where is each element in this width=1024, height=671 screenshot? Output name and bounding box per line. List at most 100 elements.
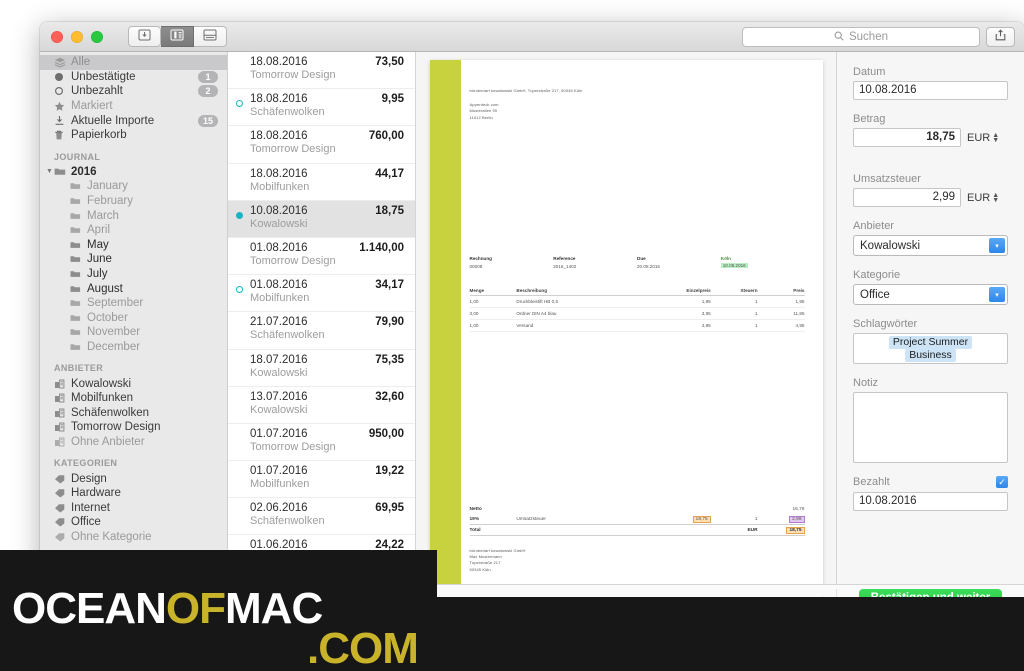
sidebar-item-label: Schäfenwolken (71, 406, 149, 419)
invoice-page: bürobedarf kowalowski GmbH, Tuperstraße … (429, 60, 823, 584)
sidebar-item-april[interactable]: April (40, 223, 227, 238)
split-view-button[interactable] (161, 26, 194, 47)
sidebar-item-vendor-tomorrow-design[interactable]: Tomorrow Design (40, 420, 227, 435)
list-item[interactable]: 01.08.2016 1.140,00 Tomorrow Design (228, 238, 415, 276)
stack-icon (54, 57, 71, 68)
sidebar-item-february[interactable]: February (40, 194, 227, 209)
list-item[interactable]: 18.08.2016 44,17 Mobilfunken (228, 164, 415, 201)
sidebar-item-papierkorb[interactable]: Papierkorb (40, 128, 227, 143)
list-item[interactable]: 13.07.2016 32,60 Kowalowski (228, 387, 415, 424)
cell-qty: 1,00 (469, 295, 517, 308)
list-item[interactable]: 21.07.2016 79,90 Schäfenwolken (228, 312, 415, 350)
invoice-address-block: bürobedarf kowalowski GmbH, Tuperstraße … (470, 88, 805, 121)
folder-icon (70, 299, 87, 307)
col-beschreibung: Beschreibung (516, 288, 651, 296)
amount-currency-stepper[interactable]: EUR ▲ ▼ (967, 132, 999, 144)
sidebar-item-unbezahlt[interactable]: Unbezahlt 2 (40, 84, 227, 99)
sidebar-item-vendor-ohne-anbieter[interactable]: Ohne Anbieter (40, 435, 227, 450)
list-item[interactable]: 18.07.2016 75,35 Kowalowski (228, 350, 415, 387)
list-item[interactable]: 01.08.2016 34,17 Mobilfunken (228, 275, 415, 313)
sidebar-item-july[interactable]: July (40, 267, 227, 282)
item-date: 21.07.2016 (250, 316, 308, 329)
stepper-icon[interactable]: ▲ ▼ (992, 192, 999, 204)
sidebar-item-unbestaetigte[interactable]: Unbestätigte 1 (40, 70, 227, 85)
item-amount: 69,95 (375, 502, 404, 515)
sidebar-item-label: September (87, 297, 144, 310)
sidebar-item-category-ohne-kategorie[interactable]: Ohne Kategorie (40, 530, 227, 545)
sidebar-item-vendor-mobilfunken[interactable]: Mobilfunken (40, 391, 227, 406)
watermark-part1: OCEAN (12, 584, 167, 633)
vat-currency-stepper[interactable]: EUR ▲ ▼ (967, 192, 999, 204)
item-amount: 32,60 (375, 390, 404, 403)
sidebar-item-november[interactable]: November (40, 325, 227, 340)
list-view-button[interactable] (194, 26, 227, 47)
list-item[interactable]: 18.08.2016 9,95 Schäfenwolken (228, 89, 415, 127)
sidebar-item-january[interactable]: January (40, 179, 227, 194)
chevron-updown-icon: ▾ (989, 238, 1005, 253)
sidebar-item-aktuelle-importe[interactable]: Aktuelle Importe 15 (40, 113, 227, 128)
tag-token[interactable]: Business (905, 349, 956, 362)
sidebar-item-august[interactable]: August (40, 281, 227, 296)
sidebar-item-label: Alle (71, 56, 91, 69)
totals-row-vat: 19% Umsatzsteuer 18,75 1 2,99 (470, 514, 805, 525)
stepper-icon[interactable]: ▲ ▼ (992, 132, 999, 144)
share-icon (995, 28, 1006, 46)
sidebar-item-category-office[interactable]: Office (40, 515, 227, 530)
item-date: 18.08.2016 (250, 56, 308, 68)
meta-date: Köln 10.08.2016 (720, 256, 805, 269)
sidebar-item-october[interactable]: October (40, 311, 227, 326)
vendor-popup-button[interactable]: Kowalowski ▾ (853, 235, 1008, 256)
amount-field[interactable]: 18,75 (853, 128, 961, 147)
sidebar-item-category-hardware[interactable]: Hardware (40, 486, 227, 501)
building-icon (54, 379, 71, 389)
list-item[interactable]: 18.08.2016 73,50 Tomorrow Design (228, 52, 415, 90)
sidebar-item-markiert[interactable]: Markiert (40, 99, 227, 114)
sidebar-item-category-design[interactable]: Design (40, 471, 227, 486)
paid-date-field[interactable]: 10.08.2016 (853, 492, 1008, 511)
cell-desc: Druckbleistift HB 0,5 (516, 295, 651, 308)
sidebar-badge: 15 (197, 114, 218, 127)
sidebar-item-alle[interactable]: Alle (40, 55, 227, 70)
list-item[interactable]: 18.08.2016 760,00 Tomorrow Design (228, 126, 415, 164)
list-item[interactable]: 01.07.2016 19,22 Mobilfunken (228, 461, 415, 499)
sidebar-item-2016[interactable]: ▼ 2016 (40, 165, 227, 180)
sidebar-item-vendor-kowalowski[interactable]: Kowalowski (40, 376, 227, 391)
item-vendor: Mobilfunken (250, 478, 310, 491)
zoom-button[interactable] (91, 30, 103, 43)
building-icon (54, 393, 71, 403)
sidebar-item-december[interactable]: December (40, 340, 227, 355)
share-button[interactable] (986, 27, 1015, 47)
sidebar-item-september[interactable]: September (40, 296, 227, 311)
import-view-icon (138, 28, 151, 46)
currency-label: EUR (967, 131, 991, 144)
sidebar-item-category-internet[interactable]: Internet (40, 500, 227, 515)
netto-label: Netto (469, 506, 482, 512)
search-input[interactable]: Suchen (742, 27, 980, 47)
minimize-button[interactable] (71, 30, 83, 43)
note-label: Notiz (853, 377, 879, 389)
tags-field[interactable]: Project Summer Business (853, 333, 1008, 364)
sidebar-item-june[interactable]: June (40, 252, 227, 267)
sidebar-item-may[interactable]: May (40, 238, 227, 253)
date-field[interactable]: 10.08.2016 (853, 81, 1008, 100)
import-view-button[interactable] (128, 26, 161, 47)
vat-field[interactable]: 2,99 (853, 188, 961, 207)
paid-checkbox[interactable]: ✓ (996, 476, 1008, 488)
sidebar-item-march[interactable]: March (40, 208, 227, 223)
meta-value: 00008 (469, 263, 483, 269)
note-textarea[interactable] (853, 392, 1008, 463)
category-popup-button[interactable]: Office ▾ (853, 284, 1008, 305)
tag-token[interactable]: Project Summer (888, 336, 973, 349)
list-item[interactable]: 02.06.2016 69,95 Schäfenwolken (228, 498, 415, 536)
close-button[interactable] (51, 30, 63, 43)
list-item-selected[interactable]: 10.08.2016 18,75 Kowalowski (228, 200, 415, 238)
tag-icon (54, 532, 71, 542)
sidebar-item-vendor-schaefenwolken[interactable]: Schäfenwolken (40, 405, 227, 420)
disclosure-triangle-icon[interactable]: ▼ (46, 168, 53, 175)
search-container: Suchen (742, 27, 980, 47)
document-list[interactable]: 18.08.2016 73,50 Tomorrow Design 18.08.201… (228, 52, 416, 584)
date-label: Datum (853, 66, 886, 78)
document-preview[interactable]: bürobedarf kowalowski GmbH, Tuperstraße … (416, 52, 836, 584)
tags-label: Schlagwörter (853, 318, 918, 330)
list-item[interactable]: 01.07.2016 950,00 Tomorrow Design (228, 424, 415, 462)
